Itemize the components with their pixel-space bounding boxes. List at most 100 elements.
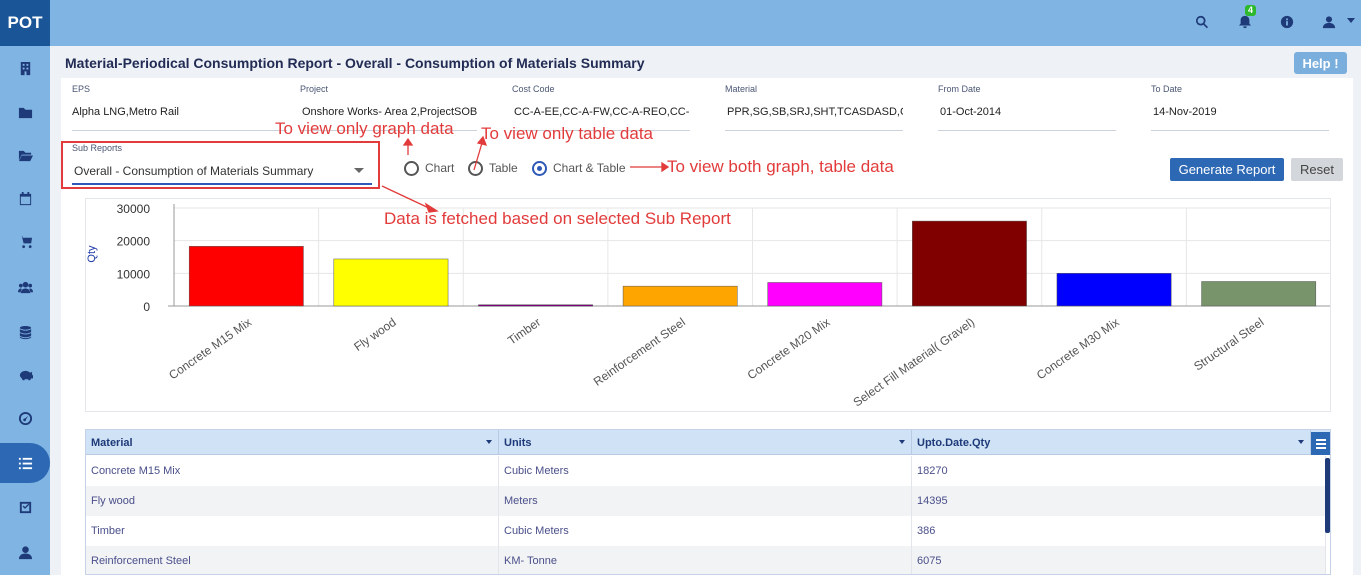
eps-value: Alpha LNG,Metro Rail [72, 106, 179, 118]
project-value: Onshore Works- Area 2,ProjectSOB [302, 106, 477, 118]
cell-qty: 386 [912, 516, 1326, 546]
generate-report-button[interactable]: Generate Report [1170, 158, 1284, 181]
sub-reports-select[interactable]: Overall - Consumption of Materials Summa… [74, 164, 313, 178]
annotation-sub-report: Data is fetched based on selected Sub Re… [384, 209, 731, 228]
column-header-material-label: Material [91, 436, 133, 449]
database-icon[interactable] [0, 312, 50, 352]
x-tick-label: Timber [505, 315, 543, 348]
table-row[interactable]: Concrete M15 Mix Cubic Meters 18270 [86, 456, 1326, 486]
cell-material: Concrete M15 Mix [86, 456, 499, 486]
cost-code-label: Cost Code [512, 84, 555, 94]
to-date-field[interactable]: To Date 14-Nov-2019 [1151, 84, 1329, 131]
users-icon[interactable] [0, 267, 50, 307]
radio-table-circle[interactable] [468, 160, 483, 176]
bar [1201, 281, 1317, 307]
sub-reports-label: Sub Reports [72, 143, 123, 153]
chevron-down-icon[interactable] [1347, 18, 1355, 23]
folder-icon[interactable] [0, 92, 50, 132]
info-icon[interactable] [1278, 13, 1296, 31]
table-row[interactable]: Reinforcement Steel KM- Tonne 6075 [86, 546, 1326, 574]
cell-units: Cubic Meters [499, 456, 912, 486]
cost-code-field[interactable]: Cost Code CC-A-EE,CC-A-FW,CC-A-REO,CC- [512, 84, 690, 131]
dropdown-caret-icon[interactable] [354, 168, 364, 173]
eps-field[interactable]: EPS Alpha LNG,Metro Rail [72, 84, 287, 131]
dashboard-gauge-icon[interactable] [0, 398, 50, 438]
material-field[interactable]: Material PPR,SG,SB,SRJ,SHT,TCASDASD,C [725, 84, 903, 131]
from-date-label: From Date [938, 84, 981, 94]
radio-table[interactable]: Table [468, 160, 518, 176]
column-header-qty[interactable]: Upto.Date.Qty [912, 430, 1311, 455]
bar [1056, 273, 1172, 307]
from-date-value: 01-Oct-2014 [940, 106, 1002, 118]
checklist-icon[interactable] [0, 487, 50, 527]
radio-chart-circle[interactable] [404, 160, 419, 176]
column-header-material[interactable]: Material [86, 430, 499, 455]
materials-table: Material Units Upto.Date.Qty Concrete M1… [85, 429, 1331, 575]
cell-qty: 6075 [912, 546, 1326, 574]
building-icon[interactable] [0, 48, 50, 88]
cell-material: Timber [86, 516, 499, 546]
x-tick-label: Reinforcement Steel [591, 315, 688, 389]
y-tick-label: 0 [143, 300, 150, 314]
piggy-bank-icon[interactable] [0, 355, 50, 395]
reset-button[interactable]: Reset [1291, 158, 1343, 181]
cost-code-value: CC-A-EE,CC-A-FW,CC-A-REO,CC- [514, 106, 690, 118]
from-date-underline [938, 130, 1116, 131]
x-tick-label: Structural Steel [1191, 315, 1266, 374]
bar [767, 282, 883, 307]
chart-svg: 30000 20000 10000 0 Qty Concrete M15 Mix Fly w… [86, 202, 1330, 409]
y-tick-label: 30000 [117, 202, 151, 216]
chevron-down-icon[interactable] [899, 440, 905, 444]
eps-label: EPS [72, 84, 91, 94]
project-field[interactable]: Project Onshore Works- Area 2,ProjectSOB [300, 84, 477, 131]
search-icon[interactable] [1193, 13, 1211, 31]
chevron-down-icon[interactable] [486, 440, 492, 444]
chevron-down-icon[interactable] [1298, 440, 1304, 444]
cell-material: Fly wood [86, 486, 499, 516]
material-value: PPR,SG,SB,SRJ,SHT,TCASDASD,C [727, 106, 903, 118]
table-scrollbar[interactable] [1325, 458, 1330, 533]
column-header-units[interactable]: Units [499, 430, 912, 455]
y-axis-label: Qty [86, 245, 98, 263]
cell-material: Reinforcement Steel [86, 546, 499, 574]
cell-units: KM- Tonne [499, 546, 912, 574]
folder-open-icon[interactable] [0, 135, 50, 175]
cell-units: Cubic Meters [499, 516, 912, 546]
to-date-value: 14-Nov-2019 [1153, 106, 1217, 118]
notification-badge: 4 [1245, 5, 1257, 16]
to-date-label: To Date [1151, 84, 1183, 94]
radio-chart[interactable]: Chart [404, 160, 454, 176]
user-icon[interactable] [0, 532, 50, 572]
to-date-underline [1151, 130, 1329, 131]
material-label: Material [725, 84, 758, 94]
table-row[interactable]: Timber Cubic Meters 386 [86, 516, 1326, 546]
app-logo[interactable]: POT [0, 0, 50, 46]
table-row[interactable]: Fly wood Meters 14395 [86, 486, 1326, 516]
x-tick-label: Concrete M20 Mix [745, 315, 833, 382]
cart-icon[interactable] [0, 221, 50, 261]
annotation-table-only: To view only table data [481, 124, 653, 143]
bar [622, 285, 738, 307]
column-header-units-label: Units [504, 436, 532, 449]
x-tick-label: Fly wood [351, 315, 398, 354]
reports-list-icon[interactable] [0, 443, 50, 483]
x-tick-label: Concrete M30 Mix [1034, 315, 1122, 382]
radio-chart-and-table-circle[interactable] [532, 160, 547, 176]
cell-qty: 14395 [912, 486, 1326, 516]
table-header: Material Units Upto.Date.Qty [86, 430, 1330, 455]
from-date-field[interactable]: From Date 01-Oct-2014 [938, 84, 1116, 131]
eps-underline [72, 130, 287, 131]
grid-menu-icon[interactable] [1311, 432, 1330, 455]
sidebar: POT [0, 0, 50, 575]
bell-icon[interactable]: 4 [1236, 5, 1257, 31]
annotation-graph-only: To view only graph data [275, 119, 454, 138]
column-header-qty-label: Upto.Date.Qty [917, 436, 991, 449]
calendar-icon[interactable] [0, 178, 50, 218]
user-menu-icon[interactable] [1320, 13, 1338, 31]
page-title: Material-Periodical Consumption Report -… [65, 55, 645, 71]
consumption-chart: 30000 20000 10000 0 Qty Concrete M15 Mix Fly w… [85, 198, 1331, 412]
x-tick-label: Concrete M15 Mix [166, 315, 254, 382]
help-button[interactable]: Help ! [1294, 52, 1347, 74]
bar [912, 220, 1027, 307]
radio-chart-and-table[interactable]: Chart & Table [532, 160, 626, 176]
